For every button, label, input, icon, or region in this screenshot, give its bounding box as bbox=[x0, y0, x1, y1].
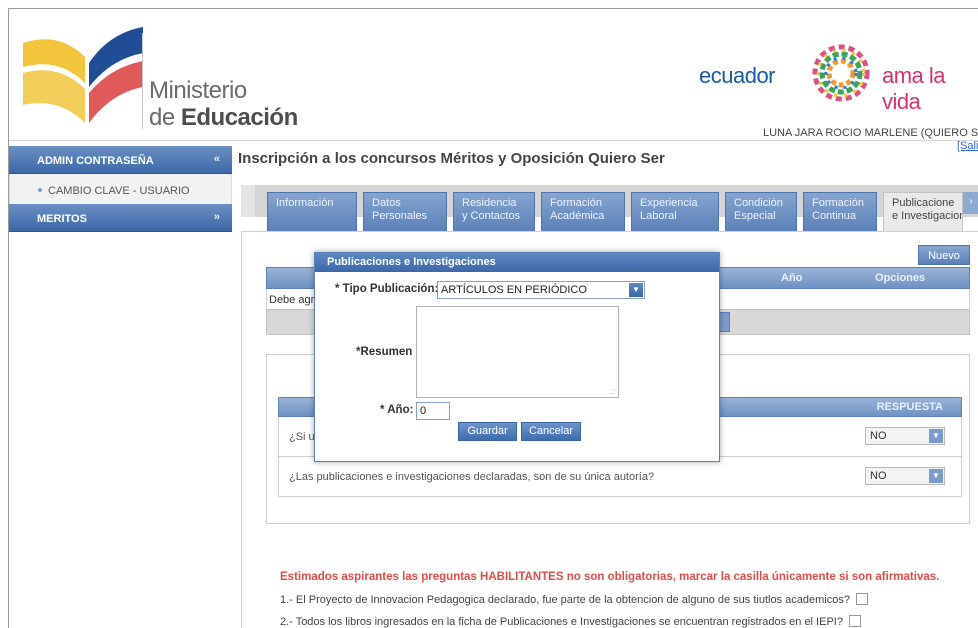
header: Ministerio de Educación ecuador ama la v… bbox=[9, 9, 978, 141]
sidebar: ADMIN CONTRASEÑA « CAMBIO CLAVE - USUARI… bbox=[9, 146, 232, 232]
tipo-publicacion-label: * Tipo Publicación: bbox=[335, 283, 439, 295]
sidebar-section-label: ADMIN CONTRASEÑA bbox=[37, 155, 154, 167]
chevron-up-icon: « bbox=[213, 153, 220, 165]
save-button[interactable]: Guardar bbox=[458, 422, 517, 441]
dialog-body: * Tipo Publicación: ARTÍCULOS EN PERIÓDI… bbox=[315, 272, 719, 462]
logo-divider bbox=[142, 33, 143, 129]
sidebar-item-label: CAMBIO CLAVE - USUARIO bbox=[48, 185, 190, 197]
anio-input[interactable]: 0 bbox=[416, 402, 450, 420]
question-text: ¿Las publicaciones e investigaciones dec… bbox=[289, 471, 655, 483]
chevron-down-icon: ▼ bbox=[929, 469, 943, 483]
tab-experiencia-laboral[interactable]: Experiencia Laboral bbox=[631, 192, 719, 232]
bullet-icon bbox=[38, 188, 42, 192]
resumen-label: *Resumen bbox=[356, 346, 413, 358]
ministry-name-line1: Ministerio bbox=[149, 77, 247, 104]
tab-condicion-especial[interactable]: Condición Especial bbox=[725, 192, 797, 232]
tab-informacion[interactable]: Información bbox=[267, 192, 357, 232]
ecuador-brand: ecuador ama la vida bbox=[699, 44, 978, 114]
tab-scroll-right-button[interactable]: › bbox=[963, 192, 978, 214]
column-header-options: Opciones bbox=[875, 272, 926, 284]
anio-label: * Año: bbox=[380, 404, 414, 416]
sidebar-section-admin-password[interactable]: ADMIN CONTRASEÑA « bbox=[9, 146, 232, 174]
tab-datos-personales[interactable]: Datos Personales bbox=[363, 192, 447, 232]
page-title: Inscripción a los concursos Méritos y Op… bbox=[238, 150, 665, 167]
column-header-response: RESPUESTA bbox=[876, 401, 943, 413]
tab-publicaciones-investigaciones[interactable]: Publicacione e Investigacion bbox=[883, 192, 963, 232]
habilitante-checkbox-1[interactable] bbox=[855, 593, 868, 605]
resumen-textarea[interactable]: .:: bbox=[416, 306, 619, 398]
chevron-down-icon: ▼ bbox=[629, 283, 643, 297]
chevron-down-icon: ▼ bbox=[929, 429, 943, 443]
tab-formacion-continua[interactable]: Formación Continua bbox=[803, 192, 877, 232]
current-user-name: LUNA JARA ROCIO MARLENE (QUIERO SER bbox=[763, 127, 978, 139]
brand-slogan-text: ama la vida bbox=[882, 63, 946, 114]
ministry-logo-icon bbox=[23, 27, 143, 123]
habilitantes-notice: Estimados aspirantes las preguntas HABIL… bbox=[280, 571, 940, 583]
ministry-name-line2: de Educación bbox=[149, 104, 298, 131]
cancel-button[interactable]: Cancelar bbox=[521, 422, 581, 441]
habilitante-question-1: 1.- El Proyecto de Innovacion Pedagogica… bbox=[280, 593, 868, 606]
logout-link[interactable]: [Salir bbox=[957, 140, 978, 152]
resize-grip-icon[interactable]: .:: bbox=[609, 387, 616, 396]
new-button[interactable]: Nuevo bbox=[918, 245, 970, 265]
tab-residencia-contactos[interactable]: Residencia y Contactos bbox=[453, 192, 535, 232]
answer-select[interactable]: NO ▼ bbox=[865, 427, 945, 445]
chevron-down-icon: » bbox=[213, 211, 220, 223]
sidebar-item-change-password[interactable]: CAMBIO CLAVE - USUARIO bbox=[9, 174, 232, 204]
tab-scroll-left-button[interactable] bbox=[241, 185, 255, 217]
page-frame: Ministerio de Educación ecuador ama la v… bbox=[8, 8, 978, 628]
sun-logo-icon bbox=[812, 44, 870, 102]
question-row: ¿Las publicaciones e investigaciones dec… bbox=[278, 457, 962, 497]
dialog-title: Publicaciones e Investigaciones bbox=[315, 253, 719, 272]
column-header-year: Año bbox=[781, 272, 803, 284]
tab-formacion-academica[interactable]: Formación Académica bbox=[541, 192, 625, 232]
habilitante-question-2: 2.- Todos los libros ingresados en la fi… bbox=[280, 615, 861, 628]
sidebar-section-label: MERITOS bbox=[37, 213, 87, 225]
question-text: ¿Si u bbox=[289, 431, 315, 443]
brand-ecuador-text: ecuador bbox=[699, 63, 776, 88]
tipo-publicacion-select[interactable]: ARTÍCULOS EN PERIÓDICO ▼ bbox=[437, 281, 645, 299]
sidebar-section-merits[interactable]: MERITOS » bbox=[9, 204, 232, 232]
publication-dialog: Publicaciones e Investigaciones * Tipo P… bbox=[314, 252, 720, 462]
habilitante-checkbox-2[interactable] bbox=[848, 615, 861, 627]
answer-select[interactable]: NO ▼ bbox=[865, 467, 945, 485]
